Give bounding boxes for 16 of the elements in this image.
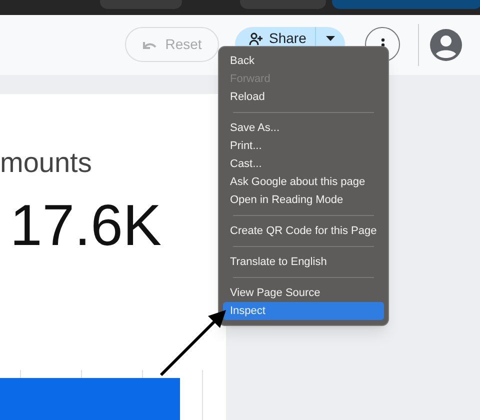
- menu-item[interactable]: Ask Google about this page: [223, 173, 384, 191]
- menu-item[interactable]: View Page Source: [223, 284, 384, 302]
- menu-item[interactable]: Inspect: [223, 302, 384, 320]
- person-add-icon: [249, 32, 263, 46]
- scorecard-value: 17.6K: [10, 194, 162, 258]
- menu-item[interactable]: Translate to English: [223, 253, 384, 271]
- menu-item[interactable]: Print...: [223, 137, 384, 155]
- menu-item[interactable]: Open in Reading Mode: [223, 191, 384, 209]
- undo-icon: [142, 40, 158, 50]
- menu-item[interactable]: Save As...: [223, 119, 384, 137]
- caret-icon[interactable]: [326, 36, 335, 41]
- scorecard-title: mounts: [0, 146, 92, 180]
- menu-item[interactable]: Create QR Code for this Page: [223, 222, 384, 240]
- avatar-icon[interactable]: [430, 29, 462, 61]
- menu-item[interactable]: Cast...: [223, 155, 384, 173]
- menu-item[interactable]: Reload: [223, 88, 384, 106]
